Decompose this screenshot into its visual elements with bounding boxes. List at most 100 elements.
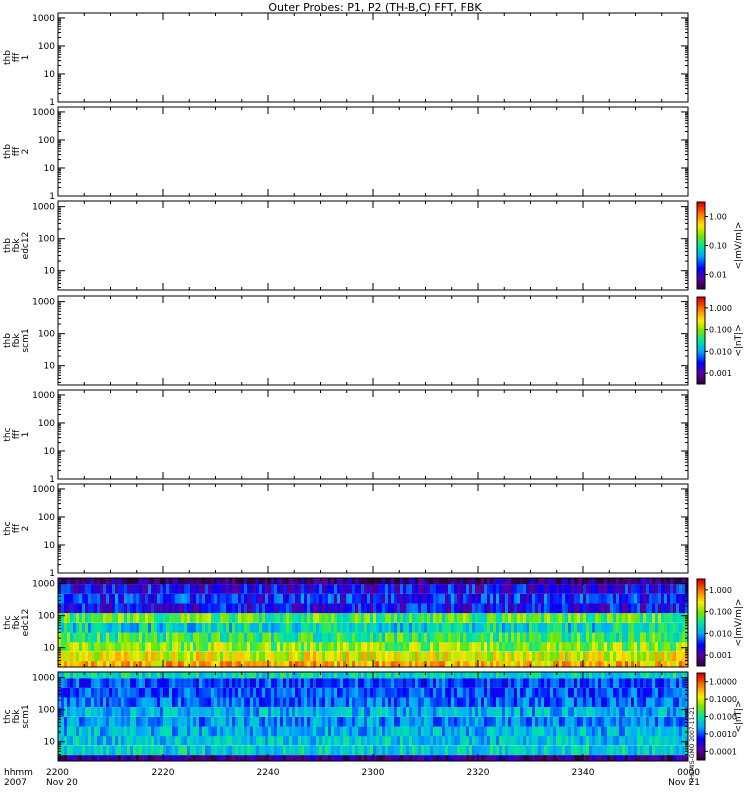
- spectrogram-cell: [391, 687, 395, 698]
- spectrogram-cell: [151, 578, 155, 585]
- spectrogram-cell: [466, 632, 470, 643]
- spectrogram-cell: [571, 745, 575, 756]
- spectrogram-cell: [439, 687, 443, 698]
- spectrogram-cell: [181, 622, 185, 633]
- spectrogram-cell: [292, 726, 296, 737]
- spectrogram-cell: [211, 661, 215, 667]
- spectrogram-cell: [367, 755, 371, 761]
- spectrogram-cell: [499, 613, 503, 623]
- spectrogram-cell: [226, 678, 230, 688]
- spectrogram-cell: [475, 735, 479, 746]
- spectrogram-cell: [196, 593, 200, 604]
- spectrogram-cell: [130, 687, 134, 698]
- spectrogram-cell: [154, 755, 158, 761]
- spectrogram-cell: [490, 632, 494, 643]
- spectrogram-cell: [247, 755, 251, 761]
- spectrogram-cell: [313, 716, 317, 727]
- spectrogram-cell: [376, 672, 380, 679]
- spectrogram-cell: [532, 584, 536, 594]
- panel-thb-fff-2: 1101001000thbfff2: [3, 106, 689, 202]
- spectrogram-cell: [313, 707, 317, 717]
- spectrogram-cell: [133, 661, 137, 667]
- y-tick-label: 10: [44, 267, 56, 277]
- spectrogram-cell: [508, 632, 512, 643]
- spectrogram-cell: [571, 672, 575, 679]
- spectrogram-cell: [607, 687, 611, 698]
- spectrogram-cell: [631, 622, 635, 633]
- spectrogram-cell: [526, 603, 530, 614]
- spectrogram-cell: [157, 735, 161, 746]
- spectrogram-cell: [628, 661, 632, 667]
- spectrogram-cell: [445, 641, 449, 652]
- spectrogram-cell: [484, 735, 488, 746]
- spectrogram-cell: [604, 697, 608, 708]
- spectrogram-cell: [112, 593, 116, 604]
- spectrogram-cell: [619, 678, 623, 688]
- spectrogram-cell: [274, 755, 278, 761]
- spectrogram-cell: [196, 661, 200, 667]
- spectrogram-cell: [448, 707, 452, 717]
- spectrogram-cell: [565, 578, 569, 585]
- spectrogram-cell: [433, 672, 437, 679]
- spectrogram-cell: [493, 687, 497, 698]
- spectrogram-cell: [193, 687, 197, 698]
- spectrogram-cell: [355, 584, 359, 594]
- spectrogram-cell: [211, 613, 215, 623]
- spectrogram-cell: [571, 678, 575, 688]
- spectrogram-cell: [607, 641, 611, 652]
- spectrogram-cell: [487, 603, 491, 614]
- spectrogram-cell: [70, 641, 74, 652]
- spectrogram-cell: [121, 678, 125, 688]
- spectrogram-cell: [148, 678, 152, 688]
- spectrogram-cell: [541, 755, 545, 761]
- spectrogram-cell: [391, 593, 395, 604]
- spectrogram-cell: [292, 678, 296, 688]
- spectrogram-cell: [172, 687, 176, 698]
- spectrogram-cell: [502, 687, 506, 698]
- spectrogram-cell: [421, 593, 425, 604]
- spectrogram-cell: [505, 613, 509, 623]
- spectrogram-cell: [193, 678, 197, 688]
- spectrogram-cell: [373, 716, 377, 727]
- spectrogram-cell: [310, 584, 314, 594]
- spectrogram-cell: [412, 678, 416, 688]
- spectrogram-cell: [427, 584, 431, 594]
- spectrogram-cell: [439, 707, 443, 717]
- spectrogram-cell: [481, 578, 485, 585]
- spectrogram-cell: [325, 593, 329, 604]
- spectrogram-cell: [490, 697, 494, 708]
- spectrogram-cell: [562, 661, 566, 667]
- spectrogram-cell: [151, 697, 155, 708]
- spectrogram-cell: [217, 632, 221, 643]
- spectrogram-cell: [88, 755, 92, 761]
- spectrogram-cell: [559, 641, 563, 652]
- spectrogram-cell: [397, 678, 401, 688]
- spectrogram-cell: [592, 593, 596, 604]
- spectrogram-cell: [607, 603, 611, 614]
- spectrogram-cell: [448, 603, 452, 614]
- spectrogram-cell: [589, 735, 593, 746]
- spectrogram-cell: [325, 726, 329, 737]
- spectrogram-cell: [616, 622, 620, 633]
- spectrogram-cell: [184, 735, 188, 746]
- spectrogram-cell: [301, 661, 305, 667]
- spectrogram-cell: [343, 584, 347, 594]
- spectrogram-cell: [256, 584, 260, 594]
- spectrogram-cell: [232, 716, 236, 727]
- spectrogram-cell: [100, 632, 104, 643]
- spectrogram-cell: [310, 651, 314, 662]
- spectrogram-cell: [184, 641, 188, 652]
- spectrogram-cell: [649, 603, 653, 614]
- spectrogram-cell: [481, 735, 485, 746]
- spectrogram-cell: [187, 697, 191, 708]
- spectrogram-cell: [253, 687, 257, 698]
- spectrogram-cell: [61, 661, 65, 667]
- spectrogram-cell: [214, 641, 218, 652]
- spectrogram-cell: [553, 641, 557, 652]
- spectrogram-cell: [604, 603, 608, 614]
- spectrogram-cell: [487, 641, 491, 652]
- spectrogram-cell: [124, 651, 128, 662]
- panel-thb-fbk-scm1: 101001000thbfbkscm10.0010.0100.1001.000<…: [3, 295, 744, 386]
- spectrogram-cell: [94, 641, 98, 652]
- spectrogram-cell: [580, 726, 584, 737]
